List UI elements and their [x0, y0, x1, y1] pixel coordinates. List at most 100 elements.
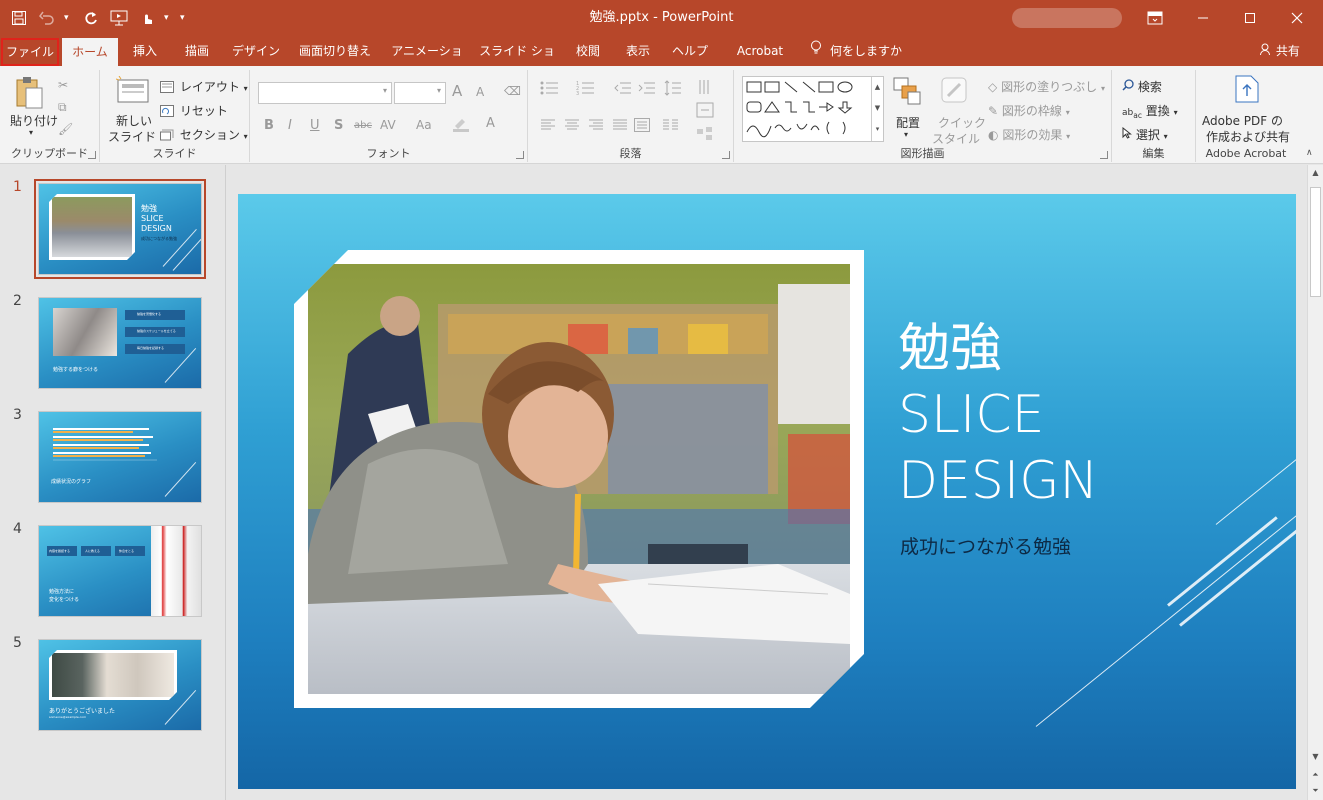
- quick-styles-label-2[interactable]: スタイル: [932, 130, 980, 147]
- tell-me-box[interactable]: 何をしますか: [810, 36, 910, 66]
- smartart-icon[interactable]: [696, 126, 714, 145]
- layout-button[interactable]: レイアウト ▾: [160, 78, 248, 95]
- slide-title[interactable]: 勉強 SLICE DESIGN: [898, 316, 1098, 514]
- clipboard-launcher-icon[interactable]: [88, 151, 96, 159]
- font-color-icon[interactable]: A: [486, 116, 495, 131]
- line-spacing-icon[interactable]: [664, 80, 682, 99]
- clear-format-icon[interactable]: ⌫: [504, 84, 521, 98]
- increase-indent-icon[interactable]: [638, 80, 656, 99]
- pdf-share-icon[interactable]: [1234, 74, 1260, 107]
- shrink-font-icon[interactable]: A: [476, 85, 484, 99]
- tab-transitions[interactable]: 画面切り替え: [292, 36, 378, 66]
- slide-thumbnail-1[interactable]: 勉強 SLICE DESIGN 成功につながる勉強: [34, 179, 206, 279]
- font-name-dropdown[interactable]: ▾: [258, 82, 392, 104]
- shape-effects-button[interactable]: ◐ 図形の効果 ▾: [988, 126, 1070, 143]
- copy-icon[interactable]: ⧉: [58, 100, 67, 115]
- slide-thumbnail-3[interactable]: 成績状況のグラフ: [38, 411, 202, 503]
- text-direction-icon[interactable]: [696, 78, 714, 99]
- touch-mode-icon[interactable]: [136, 7, 158, 29]
- align-right-icon[interactable]: [588, 118, 604, 135]
- ribbon-display-icon[interactable]: [1132, 0, 1178, 36]
- undo-icon[interactable]: [36, 7, 58, 29]
- collapse-ribbon-icon[interactable]: ∧: [1306, 148, 1313, 158]
- bold-button[interactable]: B: [264, 118, 274, 133]
- reset-button[interactable]: リセット: [160, 102, 228, 119]
- redo-icon[interactable]: [80, 7, 102, 29]
- new-slide-icon[interactable]: [115, 75, 150, 109]
- align-text-icon[interactable]: [696, 102, 714, 121]
- section-button[interactable]: セクション ▾: [160, 126, 248, 143]
- replace-button[interactable]: abac 置換 ▾: [1122, 102, 1178, 120]
- underline-button[interactable]: U: [310, 118, 320, 133]
- paragraph-launcher-icon[interactable]: [722, 151, 730, 159]
- account-avatar[interactable]: [1012, 8, 1122, 28]
- next-slide-icon[interactable]: ⏷: [1308, 783, 1323, 799]
- justify-icon[interactable]: [612, 118, 628, 135]
- drawing-launcher-icon[interactable]: [1100, 151, 1108, 159]
- close-icon[interactable]: [1274, 0, 1320, 36]
- quick-styles-icon[interactable]: [940, 76, 970, 109]
- char-spacing-button[interactable]: AV: [380, 118, 396, 132]
- slide-subtitle[interactable]: 成功につながる勉強: [900, 532, 1071, 559]
- photo-frame[interactable]: [294, 250, 864, 708]
- new-slide-label-1[interactable]: 新しい: [116, 112, 152, 129]
- shape-outline-button[interactable]: ✎ 図形の枠線 ▾: [988, 102, 1070, 119]
- columns-icon[interactable]: [662, 118, 680, 135]
- slide-canvas[interactable]: 勉強 SLICE DESIGN 成功につながる勉強: [238, 194, 1296, 789]
- tab-design[interactable]: デザイン: [228, 36, 284, 66]
- shape-fill-button[interactable]: ◇ 図形の塗りつぶし ▾: [988, 78, 1105, 95]
- minimize-icon[interactable]: [1180, 0, 1226, 36]
- slide-thumbnail-4[interactable]: 内容を確認する 人に教える 休息をとる 勉強方法に 変化をつける: [38, 525, 202, 617]
- touch-mode-dropdown-icon[interactable]: ▾: [164, 13, 174, 23]
- tab-file[interactable]: ファイル: [1, 38, 59, 66]
- tab-view[interactable]: 表示: [618, 36, 658, 66]
- scroll-thumb[interactable]: [1310, 187, 1321, 297]
- create-pdf-label-2[interactable]: 作成および共有: [1206, 128, 1290, 145]
- slideshow-icon[interactable]: [108, 7, 130, 29]
- align-center-icon[interactable]: [564, 118, 580, 135]
- font-launcher-icon[interactable]: [516, 151, 524, 159]
- tab-slideshow[interactable]: スライド ショー: [476, 36, 558, 88]
- previous-slide-icon[interactable]: ⏶: [1308, 767, 1323, 783]
- format-painter-icon[interactable]: 🖌: [58, 122, 73, 136]
- save-icon[interactable]: [8, 7, 30, 29]
- paste-dropdown-icon[interactable]: ▾: [29, 128, 33, 137]
- share-button[interactable]: 共有: [1250, 36, 1310, 66]
- arrange-icon[interactable]: [892, 76, 922, 109]
- undo-dropdown-icon[interactable]: ▾: [64, 13, 74, 23]
- maximize-icon[interactable]: [1227, 0, 1273, 36]
- bullets-icon[interactable]: [540, 80, 560, 99]
- distribute-icon[interactable]: [634, 118, 650, 135]
- cut-icon[interactable]: ✂: [58, 78, 68, 92]
- new-slide-label-2[interactable]: スライド: [108, 128, 156, 145]
- decrease-indent-icon[interactable]: [614, 80, 632, 99]
- shapes-gallery-scroll[interactable]: ▲ ▼ ▾: [871, 77, 883, 141]
- slide-photo[interactable]: [308, 264, 850, 694]
- shadow-button[interactable]: S: [334, 118, 343, 133]
- scroll-down-icon[interactable]: ▼: [1308, 749, 1323, 765]
- slide-thumbnail-2[interactable]: 勉強を習慣化する 勉強のスケジュールを立てる 毎日勉強を記録する 勉強する癖をつ…: [38, 297, 202, 389]
- arrange-button[interactable]: 配置: [896, 114, 920, 131]
- highlight-icon[interactable]: [452, 116, 470, 135]
- tab-home[interactable]: ホーム: [62, 38, 118, 66]
- tab-animations[interactable]: アニメーション: [386, 36, 468, 88]
- tab-insert[interactable]: 挿入: [124, 36, 166, 66]
- font-size-dropdown[interactable]: ▾: [394, 82, 446, 104]
- tab-draw[interactable]: 描画: [176, 36, 218, 66]
- slide-thumbnail-5[interactable]: ありがとうございました someone@example.com: [38, 639, 202, 731]
- shapes-gallery[interactable]: ▲ ▼ ▾: [742, 76, 884, 142]
- arrange-dropdown-icon[interactable]: ▾: [904, 130, 908, 139]
- paste-icon[interactable]: [14, 76, 44, 113]
- change-case-button[interactable]: Aa: [416, 118, 432, 132]
- tab-help[interactable]: ヘルプ: [670, 36, 710, 66]
- customize-qat-icon[interactable]: ▾: [180, 13, 190, 23]
- tab-review[interactable]: 校閲: [568, 36, 608, 66]
- italic-button[interactable]: I: [288, 118, 292, 133]
- tab-acrobat[interactable]: Acrobat: [728, 36, 792, 66]
- grow-font-icon[interactable]: A: [452, 82, 462, 100]
- scroll-up-icon[interactable]: ▲: [1308, 165, 1323, 181]
- find-button[interactable]: 検索: [1122, 78, 1162, 95]
- vertical-scrollbar[interactable]: ▲ ▼ ⏶ ⏷: [1307, 165, 1323, 800]
- select-button[interactable]: 選択 ▾: [1122, 126, 1168, 143]
- align-left-icon[interactable]: [540, 118, 556, 135]
